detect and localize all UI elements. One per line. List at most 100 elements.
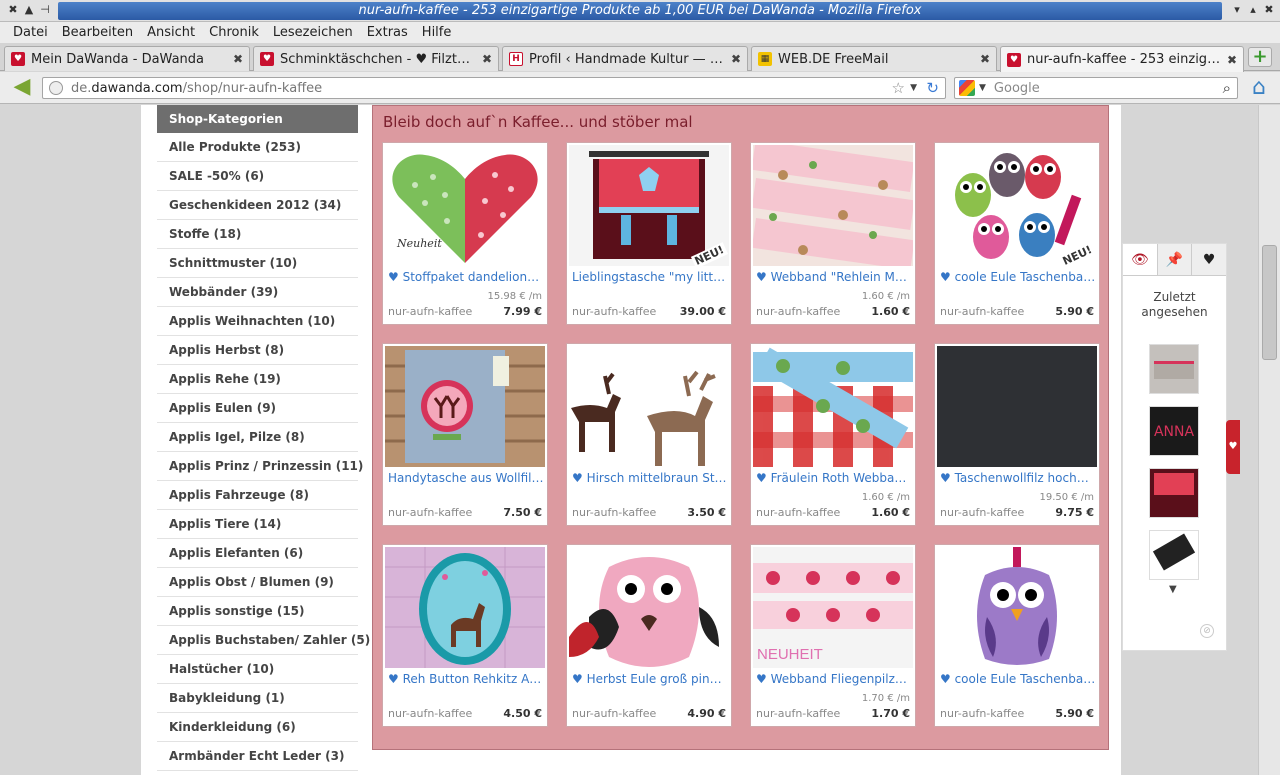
product-image[interactable]: NEU! <box>937 145 1097 266</box>
tab-close-icon[interactable]: ✖ <box>1227 53 1237 67</box>
category-link[interactable]: Babykleidung (1) <box>157 684 358 713</box>
category-link[interactable]: Applis Tiere (14) <box>157 510 358 539</box>
product-title[interactable]: ♥ Taschenwollfilz hochwer... <box>940 471 1096 485</box>
shop-name[interactable]: nur-aufn-kaffee <box>572 506 656 519</box>
menu-extras[interactable]: Extras <box>360 22 415 43</box>
product-card[interactable]: ♥ Hirsch mittelbraun Stick... nur-aufn-k… <box>566 343 732 526</box>
bookmark-star-icon[interactable]: ☆ <box>892 79 905 97</box>
category-link[interactable]: Alle Produkte (253) <box>157 133 358 162</box>
menu-ansicht[interactable]: Ansicht <box>140 22 202 43</box>
maximize-icon[interactable]: ▴ <box>1246 3 1260 16</box>
shop-name[interactable]: nur-aufn-kaffee <box>388 305 472 318</box>
category-link[interactable]: Applis Obst / Blumen (9) <box>157 568 358 597</box>
shop-name[interactable]: nur-aufn-kaffee <box>940 305 1024 318</box>
product-image[interactable] <box>385 346 545 467</box>
category-link[interactable]: Applis Eulen (9) <box>157 394 358 423</box>
category-link[interactable]: Geschenkideen 2012 (34) <box>157 191 358 220</box>
product-card[interactable]: NEU! ♥ coole Eule Taschenbau... nur-aufn… <box>934 142 1100 325</box>
product-image[interactable] <box>753 346 913 467</box>
product-image[interactable] <box>569 346 729 467</box>
chevron-down-icon[interactable]: ▼ <box>979 83 986 93</box>
product-image[interactable] <box>937 547 1097 668</box>
product-card[interactable]: ♥ Fräulein Roth Webband ... 1.60 € /m nu… <box>750 343 916 526</box>
category-link[interactable]: Applis sonstige (15) <box>157 597 358 626</box>
product-title[interactable]: ♥ Fräulein Roth Webband ... <box>756 471 912 485</box>
product-title[interactable]: ♥ Hirsch mittelbraun Stick... <box>572 471 728 485</box>
heart-tab-button[interactable]: ♥ <box>1226 420 1240 474</box>
product-title[interactable]: ♥ Stoffpaket dandelionLov... <box>388 270 544 284</box>
tab-webde[interactable]: ▦ WEB.DE FreeMail ✖ <box>751 46 997 71</box>
category-link[interactable]: Applis Rehe (19) <box>157 365 358 394</box>
minimize-icon[interactable]: ▾ <box>1230 3 1244 16</box>
heart-icon[interactable]: ♥ <box>1192 244 1227 275</box>
product-card[interactable]: ♥ Webband "Rehlein Melli... 1.60 € /m nu… <box>750 142 916 325</box>
category-link[interactable]: Webbänder (39) <box>157 278 358 307</box>
shop-name[interactable]: nur-aufn-kaffee <box>756 707 840 720</box>
category-link[interactable]: Schnittmuster (10) <box>157 249 358 278</box>
recent-thumbnail[interactable] <box>1149 344 1199 394</box>
product-card[interactable]: NEUHEIT ♥ Webband Fliegenpilze P... 1.70… <box>750 544 916 727</box>
product-title[interactable]: ♥ coole Eule Taschenbau... <box>940 672 1096 686</box>
pin-icon[interactable]: 📌 <box>1157 244 1193 275</box>
tab-close-icon[interactable]: ✖ <box>731 52 741 66</box>
category-link[interactable]: Applis Elefanten (6) <box>157 539 358 568</box>
category-link[interactable]: Armbänder Echt Leder (3) <box>157 742 358 771</box>
product-card[interactable]: Neuheit ♥ Stoffpaket dandelionLov... 15.… <box>382 142 548 325</box>
product-title[interactable]: ♥ Herbst Eule groß pink (g)♥ <box>572 672 728 686</box>
menu-bearbeiten[interactable]: Bearbeiten <box>55 22 140 43</box>
menu-hilfe[interactable]: Hilfe <box>415 22 459 43</box>
product-title[interactable]: Lieblingstasche "my little ... <box>572 270 728 284</box>
tab-close-icon[interactable]: ✖ <box>233 52 243 66</box>
product-image[interactable]: NEU! <box>569 145 729 266</box>
home-icon[interactable]: ⌂ <box>1246 75 1272 101</box>
shop-name[interactable]: nur-aufn-kaffee <box>388 707 472 720</box>
product-card[interactable]: ♥ Reh Button Rehkitz Appl... nur-aufn-ka… <box>382 544 548 727</box>
reload-icon[interactable]: ↻ <box>926 79 939 97</box>
shop-name[interactable]: nur-aufn-kaffee <box>388 506 472 519</box>
product-title[interactable]: ♥ Webband Fliegenpilze P... <box>756 672 912 686</box>
category-link[interactable]: Applis Weihnachten (10) <box>157 307 358 336</box>
tab-handmade-kultur[interactable]: H Profil ‹ Handmade Kultur — Wo... ✖ <box>502 46 748 71</box>
search-bar[interactable]: ▼ Google ⌕ <box>954 77 1238 99</box>
new-tab-button[interactable]: + <box>1248 47 1272 67</box>
tab-close-icon[interactable]: ✖ <box>980 52 990 66</box>
shop-name[interactable]: nur-aufn-kaffee <box>756 506 840 519</box>
tab-mein-dawanda[interactable]: ♥ Mein DaWanda - DaWanda ✖ <box>4 46 250 71</box>
menu-lesezeichen[interactable]: Lesezeichen <box>266 22 360 43</box>
shop-name[interactable]: nur-aufn-kaffee <box>572 305 656 318</box>
product-title[interactable]: ♥ coole Eule Taschenbau... <box>940 270 1096 284</box>
category-link[interactable]: Applis Fahrzeuge (8) <box>157 481 358 510</box>
category-link[interactable]: SALE -50% (6) <box>157 162 358 191</box>
chevron-down-icon[interactable]: ▼ <box>910 83 917 93</box>
window-pin-icon[interactable]: ⊣ <box>38 3 52 16</box>
scrollbar-thumb[interactable] <box>1262 245 1277 360</box>
page-scrollbar[interactable] <box>1258 105 1280 775</box>
recent-thumbnail[interactable] <box>1149 468 1199 518</box>
shop-name[interactable]: nur-aufn-kaffee <box>940 707 1024 720</box>
category-link[interactable]: Applis Buchstaben/ Zahler (5) <box>157 626 370 655</box>
product-image[interactable]: Neuheit <box>385 145 545 266</box>
product-title[interactable]: ♥ Reh Button Rehkitz Appl... <box>388 672 544 686</box>
product-title[interactable]: Handytasche aus Wollfilz ... <box>388 471 544 485</box>
shop-name[interactable]: nur-aufn-kaffee <box>572 707 656 720</box>
chevron-down-icon[interactable]: ▼ <box>1169 584 1177 595</box>
back-arrow-icon[interactable]: ◀ <box>8 76 36 100</box>
product-card[interactable]: NEU! Lieblingstasche "my little ... nur-… <box>566 142 732 325</box>
url-bar[interactable]: de. dawanda.com/shop/nur-aufn-kaffee ☆ ▼ … <box>42 77 946 99</box>
shop-name[interactable]: nur-aufn-kaffee <box>756 305 840 318</box>
product-image[interactable]: NEUHEIT <box>753 547 913 668</box>
category-link[interactable]: Halstücher (10) <box>157 655 358 684</box>
product-card[interactable]: Handytasche aus Wollfilz ... nur-aufn-ka… <box>382 343 548 526</box>
product-card[interactable]: ♥ coole Eule Taschenbau... nur-aufn-kaff… <box>934 544 1100 727</box>
category-link[interactable]: Kinderkleidung (6) <box>157 713 358 742</box>
recent-thumbnail[interactable] <box>1149 530 1199 580</box>
close-icon[interactable]: ✖ <box>1262 3 1276 16</box>
window-close-icon[interactable]: ✖ <box>6 3 20 16</box>
tab-schminktaeschchen[interactable]: ♥ Schminktäschchen - ♥ Filztasch... ✖ <box>253 46 499 71</box>
recent-thumbnail[interactable]: ANNA <box>1149 406 1199 456</box>
product-title[interactable]: ♥ Webband "Rehlein Melli... <box>756 270 912 284</box>
product-card[interactable]: ♥ Herbst Eule groß pink (g)♥ nur-aufn-ka… <box>566 544 732 727</box>
google-icon[interactable] <box>959 80 975 96</box>
tab-close-icon[interactable]: ✖ <box>482 52 492 66</box>
tab-nur-aufn-kaffee[interactable]: ♥ nur-aufn-kaffee - 253 einzigartig... ✖ <box>1000 46 1244 72</box>
